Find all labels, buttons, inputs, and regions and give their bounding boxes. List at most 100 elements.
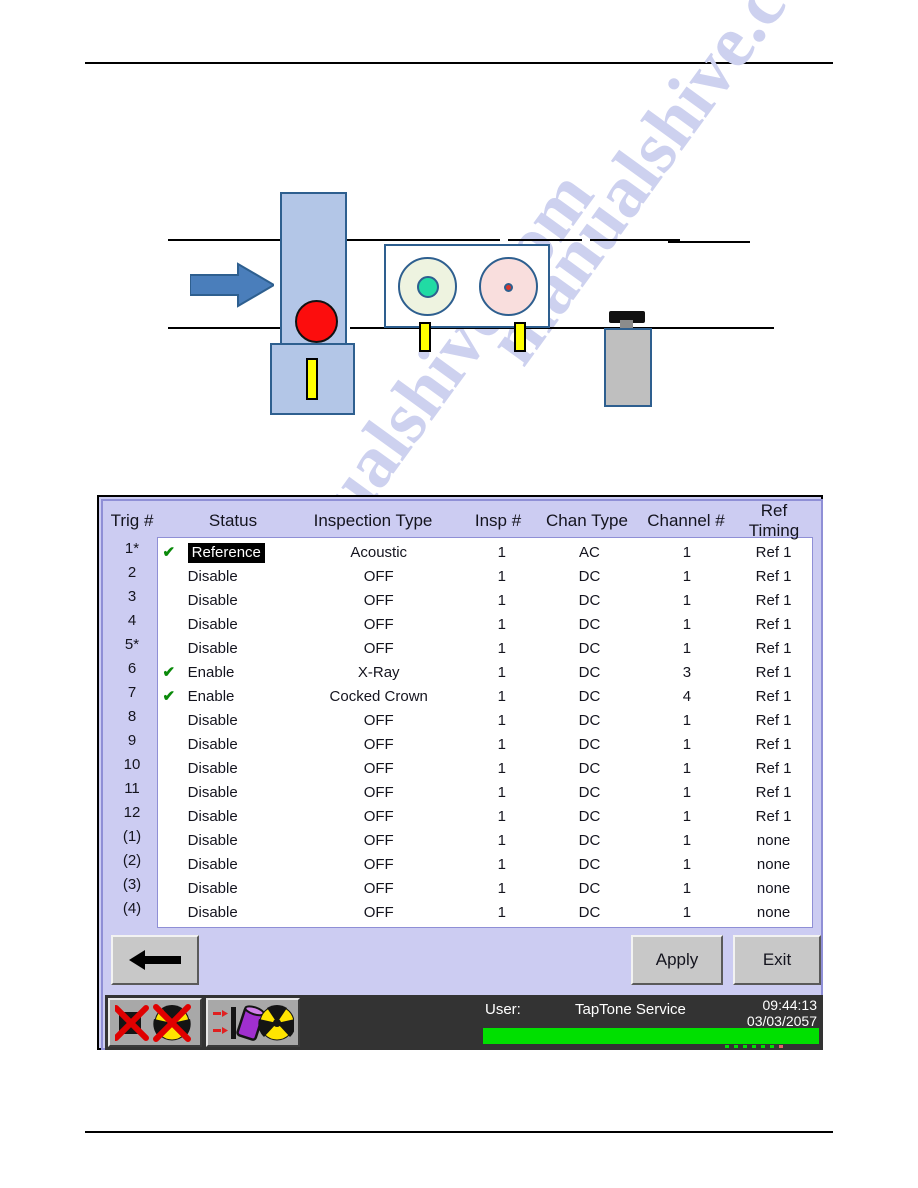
trigger-number-cell[interactable]: 7 (107, 681, 157, 705)
inspection-type-cell[interactable]: OFF (294, 856, 463, 873)
table-row[interactable]: Disable OFF 1 DC 1 none (158, 828, 812, 852)
inspection-number-cell[interactable]: 1 (463, 616, 540, 633)
trigger-number-cell[interactable]: 2 (107, 561, 157, 585)
status-cell[interactable]: Disable (180, 568, 294, 585)
inspection-number-cell[interactable]: 1 (463, 760, 540, 777)
channel-number-cell[interactable]: 1 (639, 736, 736, 753)
ref-timing-cell[interactable]: Ref 1 (735, 664, 812, 681)
inspection-number-cell[interactable]: 1 (463, 712, 540, 729)
inspection-type-cell[interactable]: Acoustic (294, 544, 463, 561)
inspection-type-cell[interactable]: OFF (294, 784, 463, 801)
status-cell[interactable]: Reference (180, 542, 294, 563)
status-cell[interactable]: Disable (180, 880, 294, 897)
status-cell[interactable]: Disable (180, 736, 294, 753)
chan-type-cell[interactable]: DC (540, 760, 638, 777)
ref-timing-cell[interactable]: none (735, 904, 812, 921)
inspection-type-cell[interactable]: OFF (294, 832, 463, 849)
table-row[interactable]: ✔ Enable Cocked Crown 1 DC 4 Ref 1 (158, 684, 812, 708)
ref-timing-cell[interactable]: Ref 1 (735, 616, 812, 633)
chan-type-cell[interactable]: DC (540, 880, 638, 897)
table-row[interactable]: Disable OFF 1 DC 1 Ref 1 (158, 708, 812, 732)
channel-number-cell[interactable]: 1 (639, 808, 736, 825)
status-cell[interactable]: Disable (180, 760, 294, 777)
table-row[interactable]: Disable OFF 1 DC 1 Ref 1 (158, 564, 812, 588)
back-button[interactable] (111, 935, 199, 985)
trigger-number-cell[interactable]: (3) (107, 873, 157, 897)
ref-timing-cell[interactable]: none (735, 880, 812, 897)
inspection-type-cell[interactable]: OFF (294, 640, 463, 657)
chan-type-cell[interactable]: DC (540, 664, 638, 681)
channel-number-cell[interactable]: 4 (639, 688, 736, 705)
inspection-type-cell[interactable]: OFF (294, 880, 463, 897)
inspection-number-cell[interactable]: 1 (463, 880, 540, 897)
status-cell[interactable]: Disable (180, 784, 294, 801)
inspection-number-cell[interactable]: 1 (463, 592, 540, 609)
inspection-type-cell[interactable]: OFF (294, 616, 463, 633)
chan-type-cell[interactable]: DC (540, 592, 638, 609)
inspection-number-cell[interactable]: 1 (463, 832, 540, 849)
trigger-number-cell[interactable]: (2) (107, 849, 157, 873)
status-cell[interactable]: Disable (180, 616, 294, 633)
status-cell[interactable]: Disable (180, 640, 294, 657)
trigger-number-cell[interactable]: 11 (107, 777, 157, 801)
inspection-number-cell[interactable]: 1 (463, 904, 540, 921)
status-cell[interactable]: Enable (180, 664, 294, 681)
status-cell[interactable]: Enable (180, 688, 294, 705)
chan-type-cell[interactable]: DC (540, 640, 638, 657)
status-cell[interactable]: Disable (180, 712, 294, 729)
channel-number-cell[interactable]: 3 (639, 664, 736, 681)
table-row[interactable]: Disable OFF 1 DC 1 none (158, 876, 812, 900)
chan-type-cell[interactable]: DC (540, 688, 638, 705)
trigger-number-cell[interactable]: (1) (107, 825, 157, 849)
selected-status-chip[interactable]: Reference (187, 542, 265, 563)
trigger-number-cell[interactable]: 12 (107, 801, 157, 825)
ref-timing-cell[interactable]: Ref 1 (735, 712, 812, 729)
channel-number-cell[interactable]: 1 (639, 856, 736, 873)
trigger-number-cell[interactable]: 9 (107, 729, 157, 753)
channel-number-cell[interactable]: 1 (639, 592, 736, 609)
table-row[interactable]: Disable OFF 1 DC 1 Ref 1 (158, 636, 812, 660)
status-cell[interactable]: Disable (180, 832, 294, 849)
ref-timing-cell[interactable]: none (735, 832, 812, 849)
chan-type-cell[interactable]: DC (540, 568, 638, 585)
ref-timing-cell[interactable]: Ref 1 (735, 760, 812, 777)
channel-number-cell[interactable]: 1 (639, 880, 736, 897)
trigger-number-cell[interactable]: 6 (107, 657, 157, 681)
channel-number-cell[interactable]: 1 (639, 616, 736, 633)
inspection-type-cell[interactable]: OFF (294, 904, 463, 921)
chan-type-cell[interactable]: DC (540, 904, 638, 921)
table-row[interactable]: Disable OFF 1 DC 1 none (158, 900, 812, 924)
status-cell[interactable]: Disable (180, 904, 294, 921)
inspection-type-cell[interactable]: OFF (294, 736, 463, 753)
ref-timing-cell[interactable]: Ref 1 (735, 568, 812, 585)
channel-number-cell[interactable]: 1 (639, 760, 736, 777)
trigger-number-cell[interactable]: 1* (107, 537, 157, 561)
ref-timing-cell[interactable]: Ref 1 (735, 784, 812, 801)
inspection-number-cell[interactable]: 1 (463, 568, 540, 585)
ref-timing-cell[interactable]: Ref 1 (735, 808, 812, 825)
inspection-number-cell[interactable]: 1 (463, 640, 540, 657)
channel-number-cell[interactable]: 1 (639, 904, 736, 921)
inspection-type-cell[interactable]: OFF (294, 568, 463, 585)
table-row[interactable]: Disable OFF 1 DC 1 Ref 1 (158, 612, 812, 636)
table-row[interactable]: ✔ Reference Acoustic 1 AC 1 Ref 1 (158, 540, 812, 564)
inspection-number-cell[interactable]: 1 (463, 784, 540, 801)
inspection-type-cell[interactable]: OFF (294, 760, 463, 777)
chan-type-cell[interactable]: AC (540, 544, 638, 561)
channel-number-cell[interactable]: 1 (639, 544, 736, 561)
ref-timing-cell[interactable]: Ref 1 (735, 736, 812, 753)
xray-disabled-button[interactable] (108, 998, 202, 1047)
chan-type-cell[interactable]: DC (540, 736, 638, 753)
channel-number-cell[interactable]: 1 (639, 568, 736, 585)
trigger-number-cell[interactable]: 5* (107, 633, 157, 657)
chan-type-cell[interactable]: DC (540, 784, 638, 801)
ref-timing-cell[interactable]: Ref 1 (735, 640, 812, 657)
trigger-number-cell[interactable]: 8 (107, 705, 157, 729)
chan-type-cell[interactable]: DC (540, 616, 638, 633)
channel-number-cell[interactable]: 1 (639, 784, 736, 801)
chan-type-cell[interactable]: DC (540, 808, 638, 825)
inspection-number-cell[interactable]: 1 (463, 736, 540, 753)
inspection-type-cell[interactable]: OFF (294, 808, 463, 825)
channel-number-cell[interactable]: 1 (639, 712, 736, 729)
inspection-number-cell[interactable]: 1 (463, 808, 540, 825)
